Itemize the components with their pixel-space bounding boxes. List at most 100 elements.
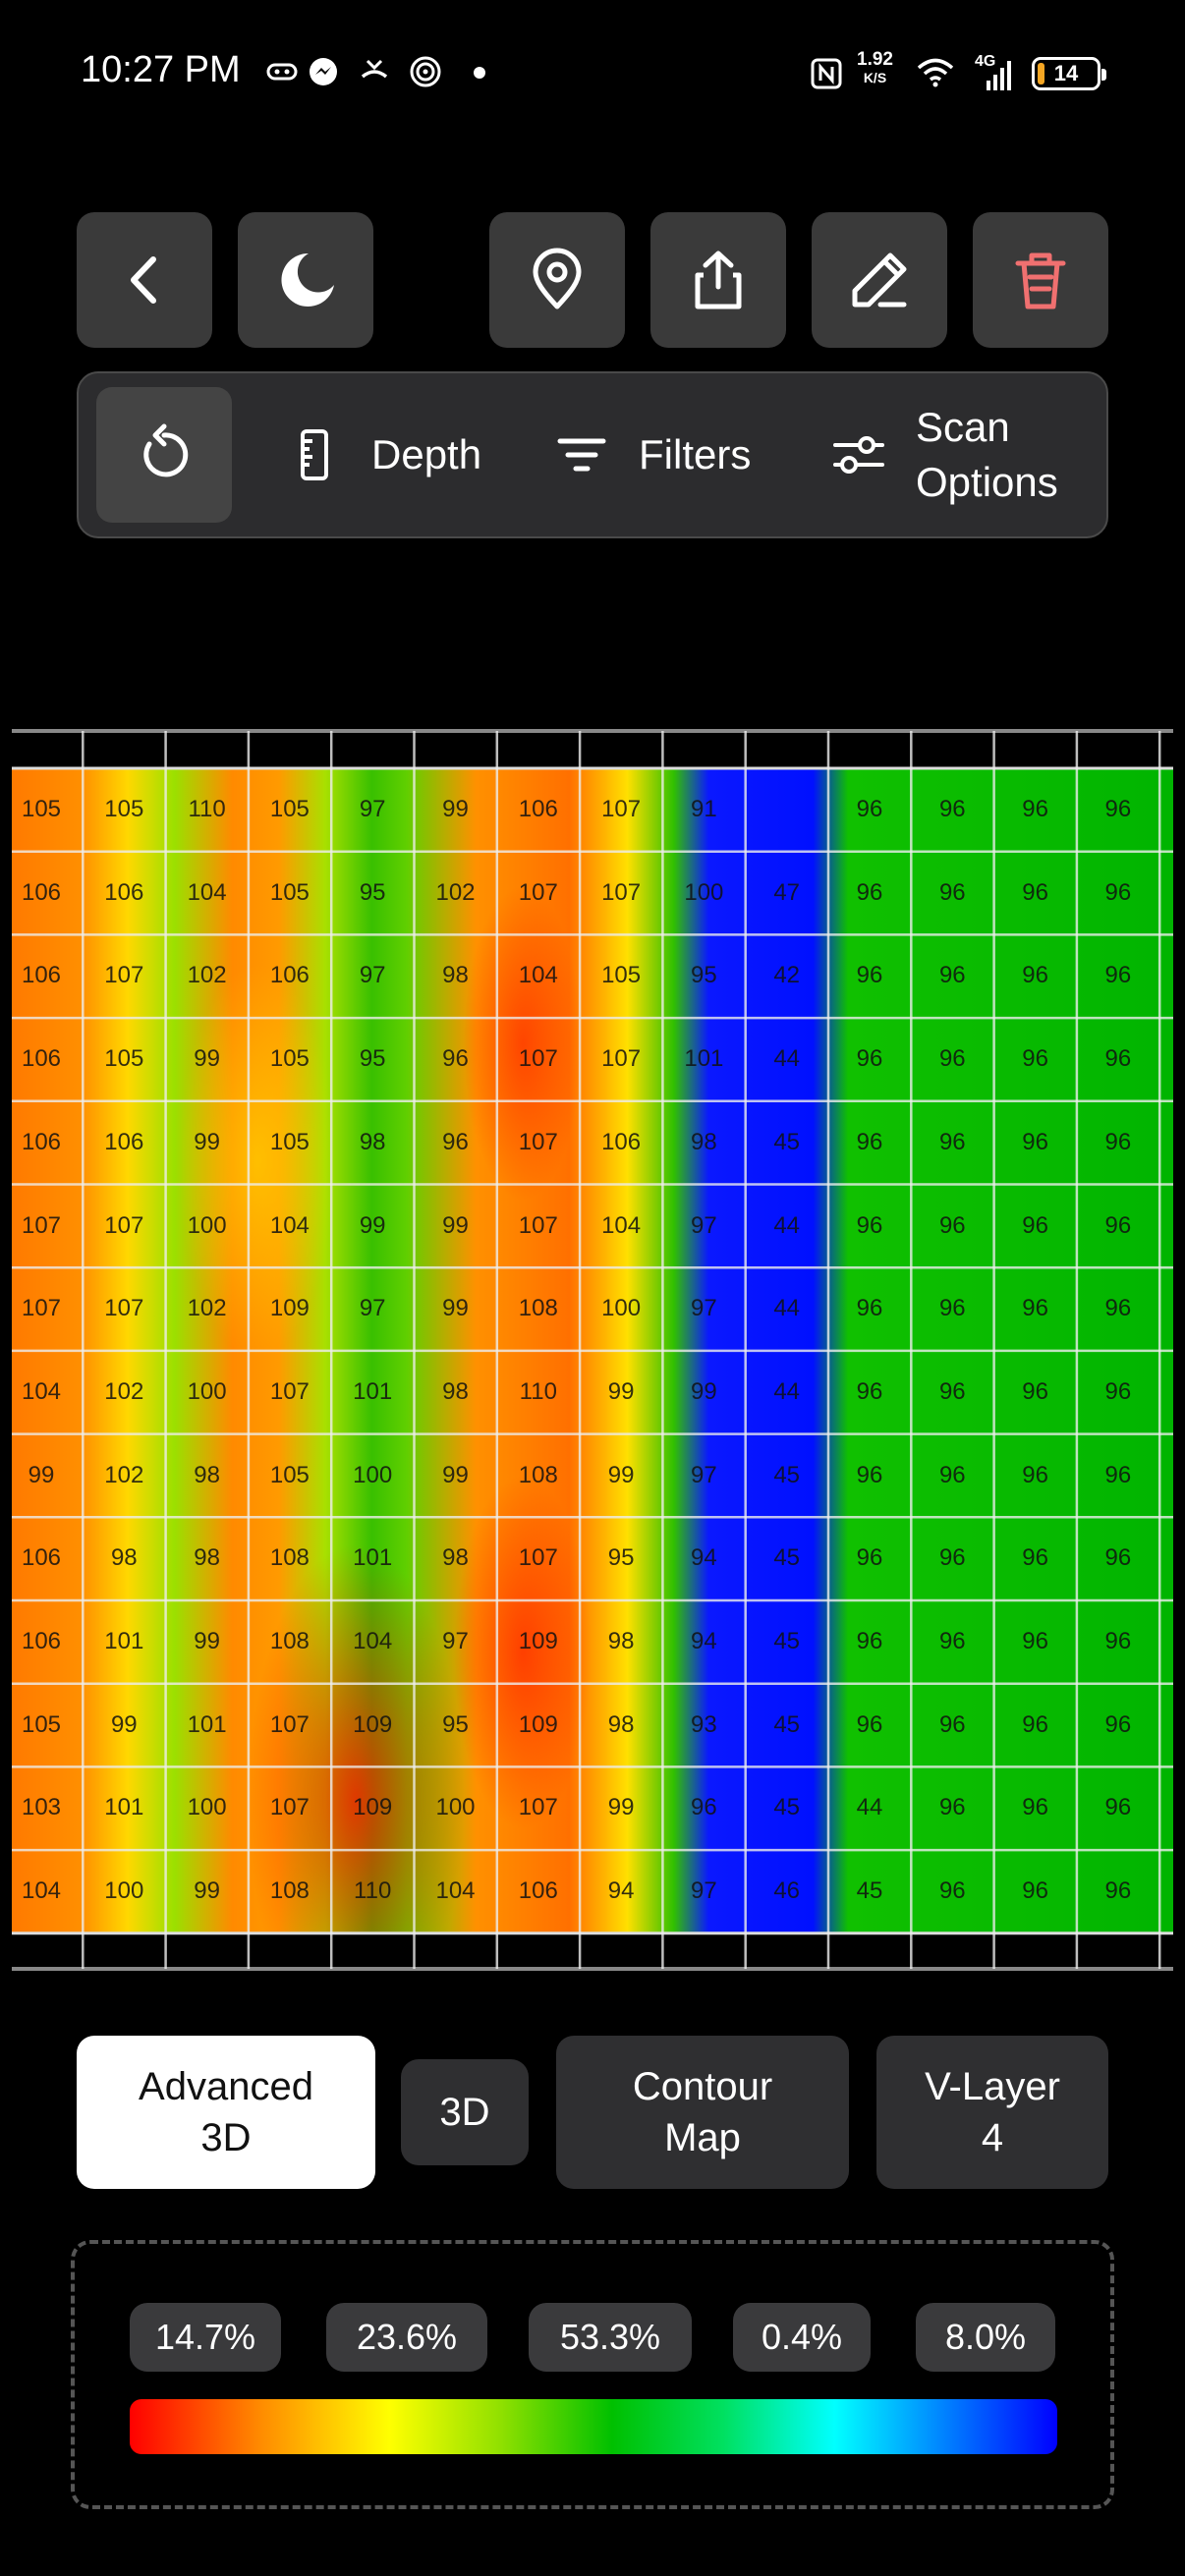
grid-cell-value: 107 (518, 878, 558, 906)
grid-cell-value: 99 (28, 1461, 55, 1488)
grid-cell-value: 100 (187, 1211, 227, 1239)
grid-cell-value: 98 (442, 1544, 469, 1572)
depth-button[interactable]: Depth (287, 373, 481, 536)
grid-cell-value: 95 (607, 1544, 635, 1572)
grid-cell-value: 96 (856, 1628, 883, 1654)
grid-cell-value: 96 (938, 1128, 966, 1155)
grid-cell-value: 105 (269, 1128, 310, 1155)
grid-cell-value: 105 (21, 796, 62, 822)
grid-cell-value: 107 (269, 1377, 310, 1405)
grid-cell-value: 96 (938, 1544, 966, 1572)
share-button[interactable] (650, 212, 786, 348)
grid-cell-value: 95 (691, 962, 717, 989)
grid-cell-value: 105 (269, 1045, 310, 1073)
grid-cell-value: 101 (104, 1794, 144, 1821)
dark-mode-button[interactable] (238, 212, 373, 348)
contour-line2: Map (664, 2116, 741, 2159)
grid-cell-value: 96 (938, 1461, 966, 1488)
color-legend: 14.7% 23.6% 53.3% 0.4% 8.0% (71, 2240, 1114, 2509)
grid-cell-value: 96 (1022, 1544, 1048, 1572)
grid-cell-value: 102 (187, 1295, 227, 1322)
grid-cell-value: 96 (1022, 1710, 1048, 1738)
grid-cell-value: 106 (269, 962, 310, 989)
grid-cell-value: 98 (442, 1377, 469, 1405)
edit-button[interactable] (812, 212, 947, 348)
battery-indicator: 14 (1032, 57, 1106, 90)
scan-options-button[interactable]: Scan Options (831, 373, 1058, 536)
grid-cell-value: 110 (519, 1377, 557, 1405)
grid-cell-value: 96 (1104, 1794, 1132, 1821)
v-layer-button[interactable]: V-Layer 4 (876, 2036, 1108, 2189)
grid-cell-value: 104 (601, 1211, 642, 1239)
network-speed-value: 1.92 (857, 49, 893, 70)
scan-grid[interactable]: 105 105 110 105 97 99 106 107 91 96 96 96 96 106 106 10… (12, 725, 1173, 1979)
grid-cell-value: 100 (684, 878, 724, 906)
grid-cell-value: 109 (518, 1628, 558, 1654)
grid-cell-value: 108 (269, 1877, 310, 1905)
grid-cell-value: 44 (773, 1295, 801, 1322)
grid-cell-value: 99 (442, 1295, 469, 1322)
grid-cell-value: 96 (856, 878, 883, 906)
grid-cell-value: 105 (104, 1045, 144, 1073)
grid-cell-value: 100 (435, 1794, 476, 1821)
grid-cell-value: 96 (856, 1211, 883, 1239)
grid-cell-value: 96 (938, 1377, 966, 1405)
grid-cell-value: 95 (359, 878, 386, 906)
grid-cell-value: 44 (773, 1377, 801, 1405)
grid-cell-value: 102 (435, 878, 476, 906)
grid-cell-value: 108 (269, 1628, 310, 1654)
grid-cell-value: 98 (691, 1128, 717, 1155)
grid-cell-value: 96 (938, 1877, 966, 1905)
grid-cell-value: 45 (856, 1877, 883, 1905)
grid-cell-value: 101 (353, 1544, 393, 1572)
location-button[interactable] (489, 212, 625, 348)
grid-cell-value: 104 (21, 1377, 62, 1405)
contour-line1: Contour (632, 2065, 773, 2108)
grid-cell-value: 105 (104, 796, 144, 822)
network-speed-unit: K/S (863, 70, 887, 85)
vlayer-line2: 4 (981, 2116, 1004, 2159)
grid-cell-value: 101 (187, 1710, 227, 1738)
grid-cell-value: 97 (442, 1628, 469, 1654)
contour-map-button[interactable]: Contour Map (556, 2036, 849, 2189)
back-button[interactable] (77, 212, 212, 348)
grid-cell-value: 106 (21, 1544, 62, 1572)
filters-button[interactable]: Filters (554, 373, 751, 536)
grid-cell-value: 101 (104, 1628, 144, 1654)
grid-cell-value: 99 (442, 796, 469, 822)
scan-toolbar: Depth Filters Scan Options (77, 371, 1108, 538)
grid-cell-value: 45 (773, 1710, 801, 1738)
nfc-icon (810, 57, 843, 90)
grid-cell-value: 107 (104, 962, 144, 989)
grid-cell-value: 97 (691, 1877, 717, 1905)
grid-cell-value: 96 (1104, 1628, 1132, 1654)
grid-cell-value: 109 (518, 1710, 558, 1738)
advanced-3d-button[interactable]: Advanced 3D (77, 2036, 375, 2189)
grid-cell-value: 107 (269, 1710, 310, 1738)
grid-cell-value: 96 (856, 1544, 883, 1572)
delete-button[interactable] (973, 212, 1108, 348)
game-controller-icon (265, 55, 299, 88)
grid-cell-value: 107 (518, 1794, 558, 1821)
grid-cell-value: 93 (691, 1710, 717, 1738)
3d-button[interactable]: 3D (401, 2059, 529, 2165)
grid-cell-value: 99 (110, 1710, 138, 1738)
grid-cell-value: 96 (1022, 1628, 1048, 1654)
legend-percent-2: 23.6% (326, 2303, 487, 2372)
grid-cell-value: 104 (435, 1877, 476, 1905)
grid-cell-value: 95 (359, 1045, 386, 1073)
grid-cell-value: 108 (269, 1544, 310, 1572)
grid-cell-value: 104 (353, 1628, 393, 1654)
grid-cell-value: 99 (607, 1794, 635, 1821)
grid-cell-value: 96 (856, 1295, 883, 1322)
grid-cell-value: 96 (1104, 1211, 1132, 1239)
grid-cell-value: 96 (442, 1045, 469, 1073)
grid-cell-value: 98 (607, 1628, 635, 1654)
trash-icon (1015, 252, 1066, 309)
grid-cell-value: 96 (1104, 1128, 1132, 1155)
grid-cell-value: 107 (601, 878, 642, 906)
grid-cell-value: 107 (518, 1544, 558, 1572)
refresh-button[interactable] (96, 387, 232, 523)
grid-cell-value: 106 (21, 1128, 62, 1155)
grid-cell-value: 101 (684, 1045, 724, 1073)
